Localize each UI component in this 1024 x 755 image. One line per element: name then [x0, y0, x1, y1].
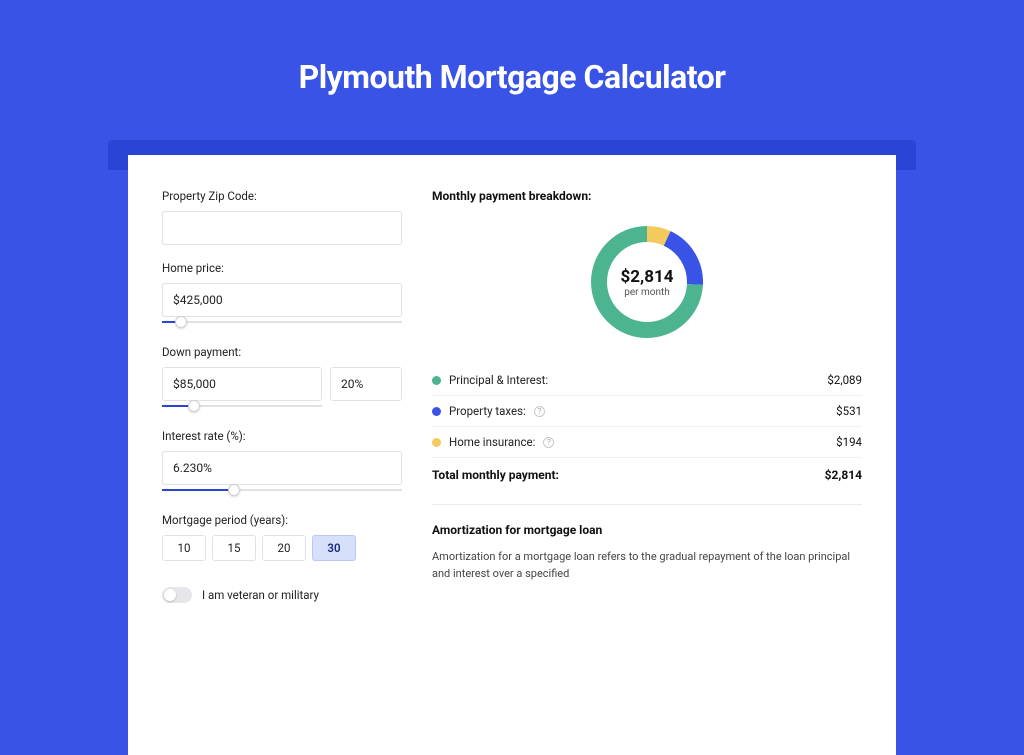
calculator-card: Property Zip Code: Home price: Down paym… — [128, 155, 896, 755]
payment-donut-chart: $2,814 per month — [586, 221, 708, 343]
home-price-input[interactable] — [162, 283, 402, 317]
total-row: Total monthly payment: $2,814 — [432, 458, 862, 496]
legend-label: Home insurance: — [449, 435, 535, 449]
slider-thumb[interactable] — [228, 484, 240, 496]
home-price-slider[interactable] — [162, 315, 402, 329]
down-payment-label: Down payment: — [162, 345, 402, 359]
legend-dot-icon — [432, 438, 441, 447]
legend-row: Home insurance:? $194 — [432, 427, 862, 458]
inputs-panel: Property Zip Code: Home price: Down paym… — [162, 185, 402, 725]
slider-thumb[interactable] — [188, 400, 200, 412]
breakdown-legend: Principal & Interest: $2,089 Property taxe… — [432, 365, 862, 458]
zip-input[interactable] — [162, 211, 402, 245]
mortgage-period-group: 10152030 — [162, 535, 402, 561]
breakdown-panel: Monthly payment breakdown: $2,814 per mo… — [432, 185, 862, 725]
page-title: Plymouth Mortgage Calculator — [0, 0, 1024, 126]
amortization-title: Amortization for mortgage loan — [432, 523, 862, 537]
legend-dot-icon — [432, 376, 441, 385]
interest-rate-slider[interactable] — [162, 483, 402, 497]
interest-rate-input[interactable] — [162, 451, 402, 485]
amortization-section: Amortization for mortgage loan Amortizat… — [432, 504, 862, 582]
help-icon[interactable]: ? — [543, 437, 554, 448]
veteran-label: I am veteran or military — [202, 588, 319, 602]
veteran-toggle[interactable] — [162, 587, 192, 603]
legend-label: Property taxes: — [449, 404, 526, 418]
period-button-20[interactable]: 20 — [262, 535, 306, 561]
total-value: $2,814 — [825, 468, 862, 482]
toggle-knob — [164, 589, 176, 601]
mortgage-period-label: Mortgage period (years): — [162, 513, 402, 527]
legend-row: Property taxes:? $531 — [432, 396, 862, 427]
legend-row: Principal & Interest: $2,089 — [432, 365, 862, 396]
down-payment-pct-input[interactable] — [330, 367, 402, 401]
legend-value: $194 — [836, 435, 862, 449]
slider-thumb[interactable] — [175, 316, 187, 328]
legend-label: Principal & Interest: — [449, 373, 548, 387]
zip-label: Property Zip Code: — [162, 189, 402, 203]
donut-sublabel: per month — [624, 287, 670, 298]
legend-value: $531 — [836, 404, 862, 418]
home-price-label: Home price: — [162, 261, 402, 275]
help-icon[interactable]: ? — [534, 406, 545, 417]
donut-total: $2,814 — [621, 267, 674, 287]
period-button-30[interactable]: 30 — [312, 535, 356, 561]
interest-rate-label: Interest rate (%): — [162, 429, 402, 443]
total-label: Total monthly payment: — [432, 468, 559, 482]
period-button-15[interactable]: 15 — [212, 535, 256, 561]
down-payment-input[interactable] — [162, 367, 322, 401]
legend-dot-icon — [432, 407, 441, 416]
period-button-10[interactable]: 10 — [162, 535, 206, 561]
legend-value: $2,089 — [827, 373, 862, 387]
breakdown-title: Monthly payment breakdown: — [432, 189, 862, 203]
down-payment-slider[interactable] — [162, 399, 322, 413]
amortization-body: Amortization for a mortgage loan refers … — [432, 549, 862, 582]
